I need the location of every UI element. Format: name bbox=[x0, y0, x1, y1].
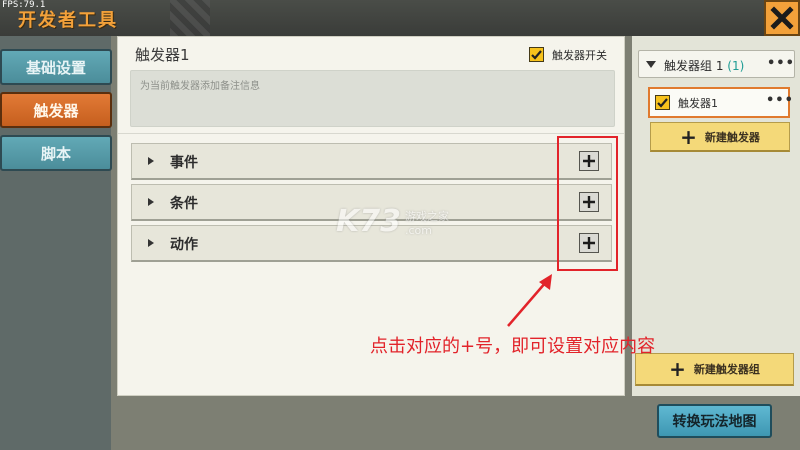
trigger-group-header[interactable]: 触发器组 1 (1) ••• bbox=[638, 50, 795, 78]
title-bar: FPS:79.1 开发者工具 bbox=[0, 0, 800, 36]
trigger-switch-checkbox[interactable] bbox=[529, 47, 544, 62]
sidebar-item-basic-settings[interactable]: 基础设置 bbox=[0, 49, 112, 85]
annotation-arrow-icon bbox=[507, 274, 552, 327]
app-title: 开发者工具 bbox=[18, 10, 118, 31]
new-trigger-label: 新建触发器 bbox=[704, 130, 760, 144]
group-menu-button[interactable]: ••• bbox=[767, 56, 795, 71]
trigger-switch-label: 触发器开关 bbox=[552, 49, 607, 62]
new-trigger-group-button[interactable]: + 新建触发器组 bbox=[635, 353, 794, 386]
group-name-text: 触发器组 1 bbox=[664, 59, 724, 73]
plus-buttons-highlight bbox=[557, 136, 618, 271]
chevron-down-icon bbox=[646, 61, 656, 68]
watermark-domain: .com bbox=[405, 224, 432, 237]
trigger-name-title[interactable]: 触发器1 bbox=[135, 44, 190, 65]
trigger-enabled-checkbox[interactable] bbox=[655, 95, 670, 110]
section-row-label: 条件 bbox=[170, 196, 198, 212]
sidebar-item-scripts[interactable]: 脚本 bbox=[0, 135, 112, 171]
sidebar: 基础设置 触发器 脚本 bbox=[0, 36, 112, 450]
divider bbox=[118, 133, 624, 134]
watermark-sub: 游戏之家 bbox=[405, 210, 449, 223]
new-trigger-button[interactable]: + 新建触发器 bbox=[650, 122, 790, 152]
section-row-label: 事件 bbox=[170, 155, 198, 171]
sidebar-item-label: 基础设置 bbox=[25, 58, 86, 77]
close-button[interactable] bbox=[764, 0, 800, 36]
close-icon bbox=[770, 6, 794, 30]
section-row-label: 动作 bbox=[170, 237, 198, 253]
plus-icon: + bbox=[669, 357, 686, 381]
annotation-text: 点击对应的+号，即可设置对应内容 bbox=[370, 336, 656, 357]
convert-game-map-label: 转换玩法地图 bbox=[672, 414, 757, 430]
watermark-logo: K73 游戏之家 .com bbox=[330, 200, 470, 250]
title-bar-decoration bbox=[170, 0, 210, 36]
checkmark-icon bbox=[531, 50, 542, 60]
plus-icon: + bbox=[680, 124, 697, 149]
new-group-label: 新建触发器组 bbox=[693, 363, 760, 376]
trigger-list-item[interactable]: 触发器1 ••• bbox=[648, 87, 793, 118]
trigger-group-name: 触发器组 1 (1) bbox=[664, 57, 744, 74]
watermark-main: K73 bbox=[336, 204, 401, 239]
expand-arrow-icon bbox=[148, 198, 154, 206]
expand-arrow-icon bbox=[148, 239, 154, 247]
note-placeholder: 为当前触发器添加备注信息 bbox=[140, 81, 260, 92]
sidebar-item-label: 触发器 bbox=[33, 101, 79, 120]
section-row-events[interactable]: 事件 bbox=[131, 143, 612, 180]
sidebar-item-label: 脚本 bbox=[40, 144, 71, 163]
expand-arrow-icon bbox=[148, 157, 154, 165]
sidebar-item-triggers[interactable]: 触发器 bbox=[0, 92, 112, 128]
checkmark-icon bbox=[657, 98, 668, 108]
group-count: (1) bbox=[727, 59, 745, 73]
convert-game-map-button[interactable]: 转换玩法地图 bbox=[657, 404, 772, 438]
trigger-item-menu-button[interactable]: ••• bbox=[766, 93, 794, 108]
trigger-group-panel: 触发器组 1 (1) ••• 触发器1 ••• + 新建触发器 + 新建触发器组 bbox=[632, 36, 800, 396]
trigger-item-label: 触发器1 bbox=[678, 97, 718, 110]
note-input[interactable]: 为当前触发器添加备注信息 bbox=[130, 70, 615, 127]
